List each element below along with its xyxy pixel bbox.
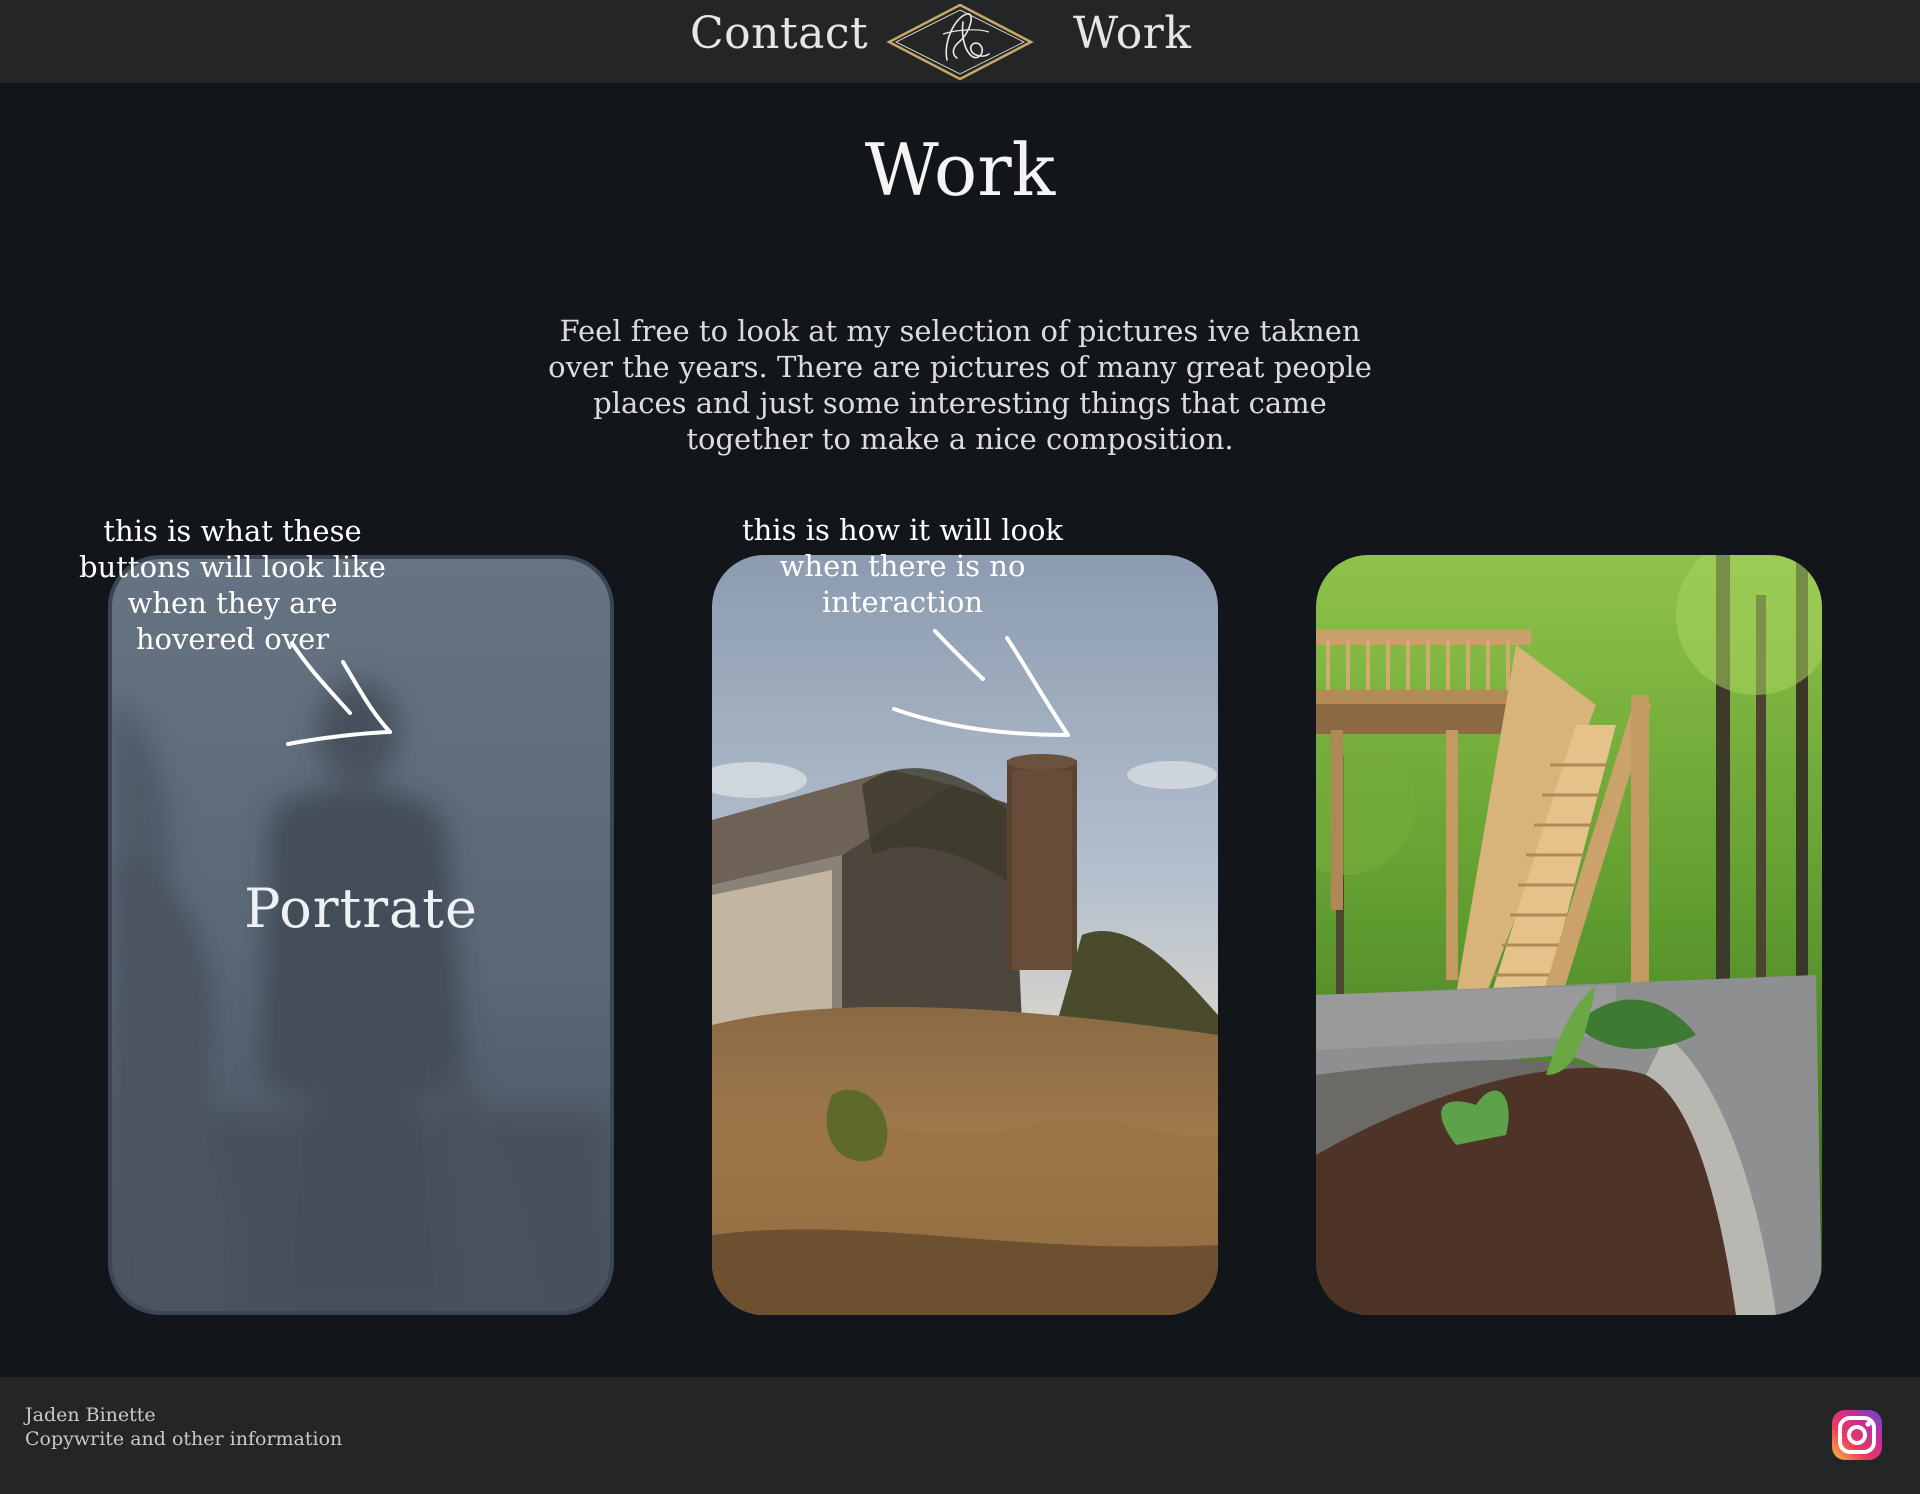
instagram-icon[interactable] [1831,1409,1883,1461]
footer-name: Jaden Binette [25,1404,156,1426]
barn-photo [712,555,1218,1315]
deck-category-card[interactable] [1316,555,1822,1315]
page-title: Work [864,128,1056,212]
annotation-idle-note: this is how it will look when there is n… [741,513,1064,619]
nav-contact-link[interactable]: Contact [690,8,868,59]
deck-photo [1316,555,1822,1315]
footer-copyright-info[interactable]: Copywrite and other information [25,1428,342,1450]
nav-work-link[interactable]: Work [1073,8,1191,59]
intro-paragraph: Feel free to look at my selection of pic… [548,314,1372,456]
barn-category-card[interactable] [712,555,1218,1315]
card-label-portrate: Portrate [244,877,478,940]
signature-diamond-logo[interactable] [885,2,1035,82]
site-footer: Jaden Binette Copywrite and other inform… [0,1377,1920,1494]
top-nav-bar: Contact Work [0,0,1920,83]
annotation-hover-note: this is what these buttons will look lik… [79,514,386,656]
portrait-category-card[interactable]: Portrate [108,555,614,1315]
